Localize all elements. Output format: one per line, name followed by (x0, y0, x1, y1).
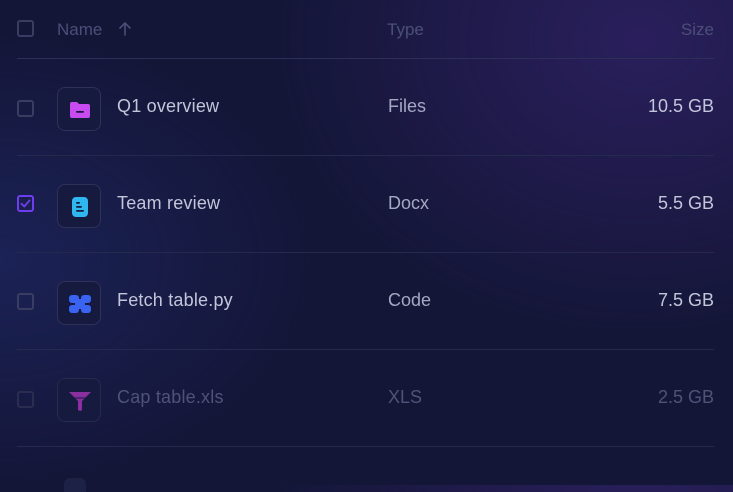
arrow-up-icon[interactable] (118, 21, 132, 42)
file-name[interactable]: Cap table.xls (117, 387, 224, 408)
file-size: 10.5 GB (647, 96, 714, 116)
file-type-tile (57, 87, 101, 131)
file-size: 2.5 GB (657, 387, 714, 407)
file-size: 7.5 GB (657, 290, 714, 310)
file-type: Docx (388, 193, 430, 213)
column-header-name[interactable]: Name (57, 20, 102, 40)
file-type-tile (57, 184, 101, 228)
file-size: 5.5 GB (657, 193, 714, 213)
funnel-icon (69, 392, 91, 411)
table-header: Name Type Size (17, 0, 714, 59)
table-row[interactable]: Team review Docx 5.5 GB (17, 156, 714, 253)
select-all-checkbox[interactable] (17, 20, 34, 37)
row-checkbox[interactable] (17, 293, 34, 310)
column-header-size[interactable]: Size (681, 20, 714, 40)
code-blocks-icon (69, 295, 91, 313)
file-name[interactable]: Fetch table.py (117, 290, 233, 311)
file-type-tile (57, 281, 101, 325)
table-row[interactable]: Fetch table.py Code 7.5 GB (17, 253, 714, 350)
file-name[interactable]: Q1 overview (117, 96, 219, 117)
column-header-type[interactable]: Type (387, 20, 424, 40)
table-row[interactable]: Q1 overview Files 10.5 GB (17, 59, 714, 156)
file-type-tile (57, 378, 101, 422)
table-row[interactable]: Cap table.xls XLS 2.5 GB (17, 350, 714, 447)
file-type: Files (388, 96, 427, 116)
row-checkbox[interactable] (17, 195, 34, 212)
file-type: Code (388, 290, 432, 310)
document-icon (72, 197, 88, 217)
file-type: XLS (388, 387, 423, 407)
row-checkbox[interactable] (17, 100, 34, 117)
row-checkbox[interactable] (17, 391, 34, 408)
file-table: Name Type Size Q1 overview Files 10.5 GB (17, 0, 714, 447)
folder-icon (70, 102, 90, 118)
checkmark-icon (20, 199, 31, 208)
partial-row-icon (64, 478, 86, 492)
file-name[interactable]: Team review (117, 193, 220, 214)
